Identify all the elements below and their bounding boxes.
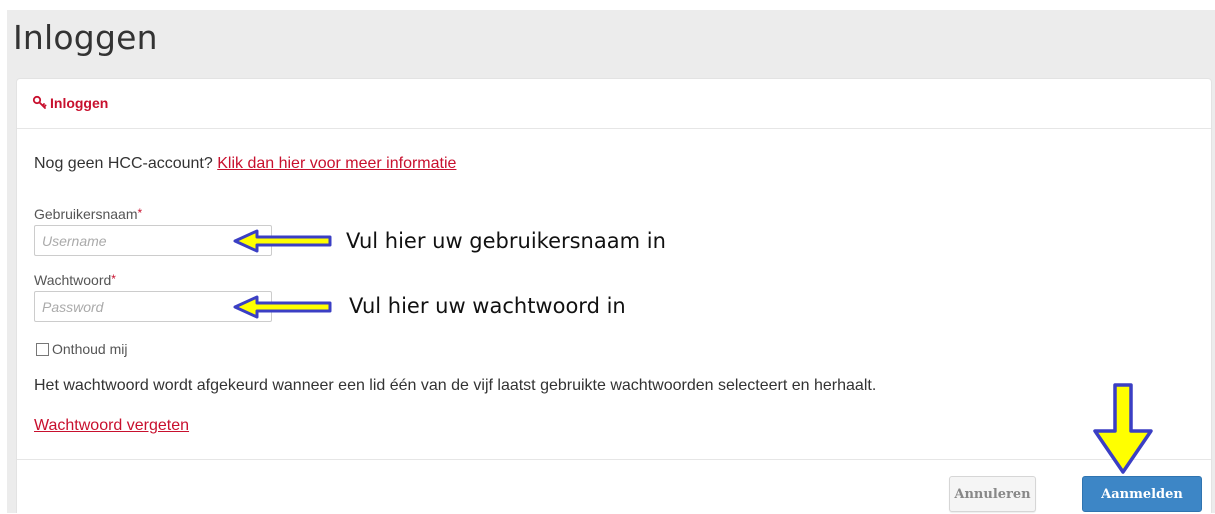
username-hint: Vul hier uw gebruikersnaam in	[346, 229, 666, 253]
arrow-left-icon	[233, 295, 332, 319]
page-title: Inloggen	[13, 18, 158, 57]
panel-footer: Annuleren Aanmelden	[17, 459, 1211, 514]
password-label: Wachtwoord*	[34, 272, 116, 288]
forgot-password-link[interactable]: Wachtwoord vergeten	[34, 417, 189, 435]
password-hint: Vul hier uw wachtwoord in	[349, 294, 626, 318]
page: Inloggen Inloggen Nog geen HCC-account? …	[0, 0, 1215, 514]
remember-me[interactable]: Onthoud mij	[36, 341, 127, 357]
more-info-link[interactable]: Klik dan hier voor meer informatie	[217, 155, 456, 172]
account-info-text: Nog geen HCC-account?	[34, 155, 213, 172]
username-label-text: Gebruikersnaam	[34, 206, 138, 222]
key-icon	[32, 95, 47, 109]
login-button[interactable]: Aanmelden	[1082, 476, 1202, 512]
remember-me-label: Onthoud mij	[52, 341, 128, 357]
password-label-text: Wachtwoord	[34, 272, 112, 288]
account-info: Nog geen HCC-account? Klik dan hier voor…	[34, 155, 456, 173]
password-notice: Het wachtwoord wordt afgekeurd wanneer e…	[34, 377, 877, 394]
required-marker: *	[137, 206, 143, 220]
arrow-down-icon	[1093, 383, 1153, 474]
remember-me-checkbox[interactable]	[36, 342, 49, 356]
panel-heading: Inloggen	[17, 79, 1211, 129]
cancel-button[interactable]: Annuleren	[949, 476, 1036, 512]
username-label: Gebruikersnaam*	[34, 206, 142, 222]
arrow-left-icon	[233, 229, 332, 253]
required-marker: *	[111, 272, 116, 286]
panel-heading-label: Inloggen	[50, 95, 109, 111]
